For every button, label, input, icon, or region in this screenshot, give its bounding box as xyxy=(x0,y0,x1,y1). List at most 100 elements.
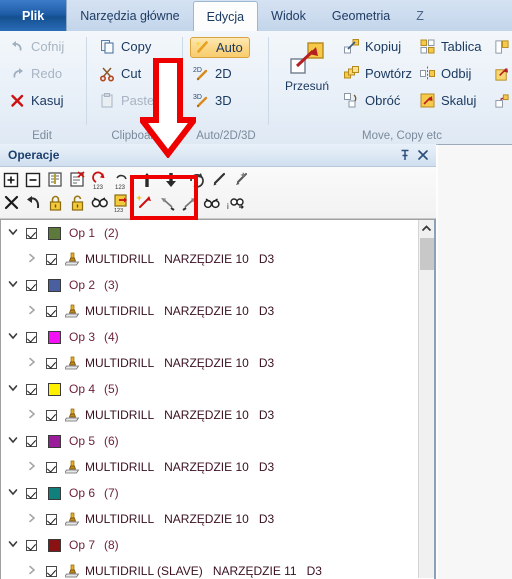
tool-checkbox[interactable] xyxy=(46,565,57,577)
renumber-arrow-icon[interactable]: 123 xyxy=(112,193,132,214)
3d-button[interactable]: 3D 3D xyxy=(190,91,235,110)
close-icon[interactable] xyxy=(414,146,432,164)
array-button[interactable]: Tablica xyxy=(416,37,484,56)
operation-checkbox[interactable] xyxy=(26,435,37,447)
operation-checkbox[interactable] xyxy=(26,279,37,291)
tab-geometria[interactable]: Geometria xyxy=(319,0,403,31)
minus-icon[interactable] xyxy=(24,170,44,190)
tab-widok[interactable]: Widok xyxy=(258,0,319,31)
undo-arrow-icon[interactable] xyxy=(24,193,44,213)
auto-button[interactable]: Auto xyxy=(190,37,250,58)
info-icon[interactable]: i xyxy=(226,193,246,213)
operation-checkbox[interactable] xyxy=(26,331,37,343)
plus-icon[interactable] xyxy=(2,170,22,190)
tool-code: D3 xyxy=(258,252,275,266)
expand-chevron-right-icon[interactable] xyxy=(26,512,40,526)
pin-icon[interactable] xyxy=(396,146,414,164)
renumber-icon[interactable] xyxy=(46,170,66,190)
tree-row-operation[interactable]: Op 4 (5) xyxy=(1,376,434,402)
paste-button[interactable]: Paste xyxy=(96,91,157,110)
tree-row-tool[interactable]: MULTIDRILL NARZĘDZIE 10 D3 xyxy=(1,298,434,324)
operation-checkbox[interactable] xyxy=(26,383,37,395)
clipped-icon-1[interactable] xyxy=(494,39,510,60)
tree-row-operation[interactable]: Op 3 (4) xyxy=(1,324,434,350)
clipped-icon-3[interactable] xyxy=(494,93,510,114)
expand-chevron-down-icon[interactable] xyxy=(7,382,21,396)
expand-chevron-right-icon[interactable] xyxy=(26,564,40,578)
repeat-button[interactable]: Powtórz xyxy=(340,64,415,83)
edit-pencil-icon[interactable] xyxy=(209,170,229,190)
drill-tool-icon xyxy=(63,356,81,370)
tab-plik[interactable]: Plik xyxy=(0,0,68,31)
expand-chevron-right-icon[interactable] xyxy=(26,252,40,266)
tool-checkbox[interactable] xyxy=(46,357,57,369)
tree-row-tool[interactable]: MULTIDRILL NARZĘDZIE 10 D3 xyxy=(1,506,434,532)
tab-narzedzia-glowne[interactable]: Narzędzia główne xyxy=(67,0,192,31)
sort-123-icon[interactable]: 123 xyxy=(112,170,132,191)
expand-chevron-down-icon[interactable] xyxy=(7,486,21,500)
move-button[interactable]: Przesuń xyxy=(274,39,340,93)
tree-row-tool[interactable]: MULTIDRILL NARZĘDZIE 10 D3 xyxy=(1,454,434,480)
operation-checkbox[interactable] xyxy=(26,487,37,499)
tree-row-operation[interactable]: Op 7 (8) xyxy=(1,532,434,558)
lock-icon[interactable] xyxy=(46,193,66,213)
tab-edycja[interactable]: Edycja xyxy=(192,1,259,31)
auto-wand-icon[interactable] xyxy=(135,193,155,213)
tree-row-tool[interactable]: MULTIDRILL (SLAVE) NARZĘDZIE 11 D3 xyxy=(1,558,434,579)
unlock-icon[interactable] xyxy=(68,193,88,213)
binoculars-icon[interactable] xyxy=(202,193,222,213)
expand-chevron-right-icon[interactable] xyxy=(26,460,40,474)
scroll-up-icon[interactable] xyxy=(419,220,434,236)
refresh-icon[interactable] xyxy=(187,170,207,190)
tab-edycja-label: Edycja xyxy=(206,9,245,24)
quick-edit-icon[interactable] xyxy=(231,170,251,190)
expand-chevron-right-icon[interactable] xyxy=(26,304,40,318)
mirror-button[interactable]: Odbij xyxy=(416,64,474,83)
delete-button[interactable]: Kasuj xyxy=(6,91,67,110)
clipped-icon-2[interactable] xyxy=(494,66,510,87)
close-x-icon[interactable] xyxy=(2,193,22,213)
tool-checkbox[interactable] xyxy=(46,253,57,265)
expand-chevron-down-icon[interactable] xyxy=(7,278,21,292)
reorder-123-icon[interactable]: 123 xyxy=(90,170,110,191)
tree-row-operation[interactable]: Op 6 (7) xyxy=(1,480,434,506)
tool-type: MULTIDRILL xyxy=(85,304,155,318)
2d-label: 2D xyxy=(215,66,232,81)
tool-checkbox[interactable] xyxy=(46,513,57,525)
operation-checkbox[interactable] xyxy=(26,227,37,239)
copy-arrow-button[interactable]: Kopiuj xyxy=(340,37,404,56)
tree-row-tool[interactable]: MULTIDRILL NARZĘDZIE 10 D3 xyxy=(1,246,434,272)
scale-button[interactable]: Skaluj xyxy=(416,91,479,110)
redo-button[interactable]: Redo xyxy=(6,64,65,83)
expand-chevron-right-icon[interactable] xyxy=(26,408,40,422)
delete-numbering-icon[interactable] xyxy=(68,170,88,190)
scrollbar-thumb[interactable] xyxy=(420,238,434,270)
expand-chevron-right-icon[interactable] xyxy=(26,356,40,370)
tree-row-operation[interactable]: Op 5 (6) xyxy=(1,428,434,454)
operations-tree[interactable]: Op 1 (2) MULTIDRILL NARZĘDZIE 10 D3 Op 2 (3) MU… xyxy=(0,219,434,579)
undo-button[interactable]: Cofnij xyxy=(6,37,67,56)
expand-chevron-down-icon[interactable] xyxy=(7,538,21,552)
move-up-icon[interactable] xyxy=(137,170,157,190)
tree-row-tool[interactable]: MULTIDRILL NARZĘDZIE 10 D3 xyxy=(1,402,434,428)
expand-chevron-down-icon[interactable] xyxy=(7,434,21,448)
tool-right-icon[interactable] xyxy=(180,193,200,213)
cut-button[interactable]: Cut xyxy=(96,64,144,83)
expand-chevron-down-icon[interactable] xyxy=(7,330,21,344)
tree-vertical-scrollbar[interactable] xyxy=(418,220,434,578)
tree-row-tool[interactable]: MULTIDRILL NARZĘDZIE 10 D3 xyxy=(1,350,434,376)
tree-row-operation[interactable]: Op 1 (2) xyxy=(1,220,434,246)
tool-checkbox[interactable] xyxy=(46,461,57,473)
rotate-button[interactable]: Obróć xyxy=(340,91,403,110)
operation-checkbox[interactable] xyxy=(26,539,37,551)
find-icon[interactable] xyxy=(90,193,110,213)
tool-checkbox[interactable] xyxy=(46,409,57,421)
tool-checkbox[interactable] xyxy=(46,305,57,317)
tab-overflow[interactable]: Z xyxy=(403,0,437,31)
tool-left-icon[interactable] xyxy=(158,193,178,213)
copy-button[interactable]: Copy xyxy=(96,37,154,56)
move-down-icon[interactable] xyxy=(161,170,181,190)
tree-row-operation[interactable]: Op 2 (3) xyxy=(1,272,434,298)
2d-button[interactable]: 2D 2D xyxy=(190,64,235,83)
expand-chevron-down-icon[interactable] xyxy=(7,226,21,240)
